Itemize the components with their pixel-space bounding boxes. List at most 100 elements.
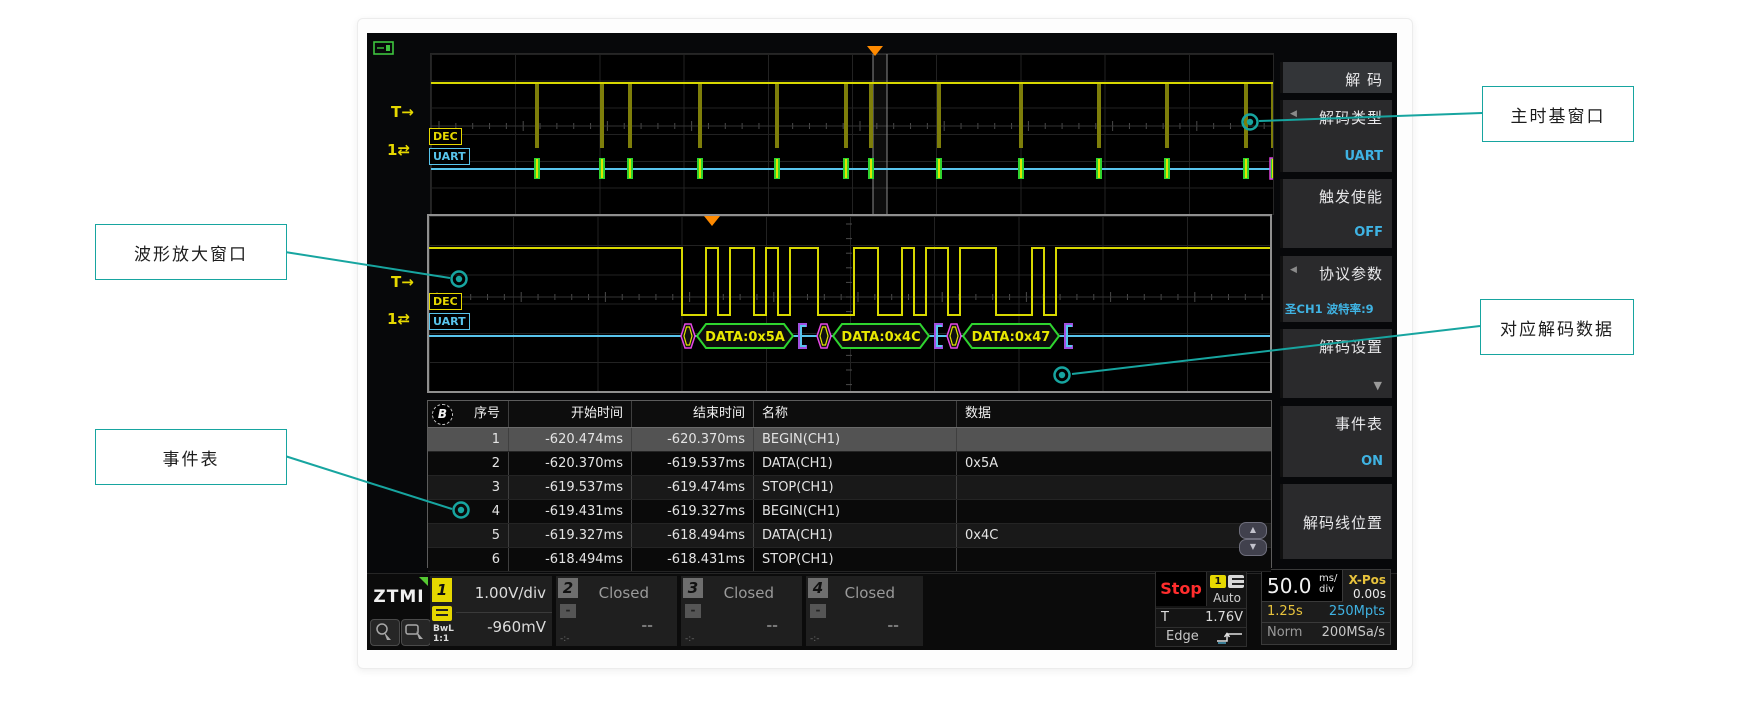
table-row[interactable]: 3-619.537ms-619.474msSTOP(CH1) xyxy=(428,476,1271,500)
memory-depth: 250Mpts xyxy=(1329,601,1385,622)
probe-ratio-label: 1:1 xyxy=(433,635,449,644)
table-cell: -619.327ms xyxy=(509,524,632,547)
bus-table-icon: B xyxy=(432,404,453,425)
chevron-left-icon: ◀ xyxy=(1290,265,1297,275)
svg-text:DATA:0x5A: DATA:0x5A xyxy=(705,330,785,345)
column-header-1[interactable]: 开始时间 xyxy=(509,401,632,427)
channel-block-3[interactable]: 3Closed----:- xyxy=(681,576,802,646)
xpos-label: X-Pos xyxy=(1349,573,1386,587)
arrow-right-icon: → xyxy=(401,273,414,291)
menu-item-label: 事件表 xyxy=(1335,413,1383,434)
trigger-level-marker[interactable]: T→ xyxy=(391,103,414,121)
table-row[interactable]: 4-619.431ms-619.327msBEGIN(CH1) xyxy=(428,500,1271,524)
scope-logo-icon xyxy=(372,39,396,60)
table-scroll-up-button[interactable]: ▲ xyxy=(1239,522,1267,539)
zoom-trigger-position-marker[interactable] xyxy=(704,216,720,226)
zoom-uart-badge: UART xyxy=(429,313,470,330)
table-cell xyxy=(957,476,1271,499)
trigger-source-badge: 1 xyxy=(1210,575,1226,588)
timebase-panel[interactable]: 50.0 ms/div X-Pos 0.00s 1.25s 250Mpts No… xyxy=(1261,569,1391,645)
trigger-level-value: 1.76V xyxy=(1205,609,1243,627)
channel-block-1[interactable]: 1BwL1:11.00V/div-960mV xyxy=(430,576,552,646)
touch-mode-button[interactable] xyxy=(370,619,400,646)
menu-item-2[interactable]: 触发使能 OFF xyxy=(1280,179,1392,248)
menu-item-label: 触发使能 xyxy=(1319,186,1383,207)
column-header-2[interactable]: 结束时间 xyxy=(632,401,754,427)
zoom-channel1-marker[interactable]: 1⇄ xyxy=(387,310,410,328)
time-placeholder: -:- xyxy=(810,634,820,644)
svg-text:DATA:0x47: DATA:0x47 xyxy=(972,330,1051,345)
table-cell: 1 xyxy=(428,428,509,451)
channel-offset: -960mV xyxy=(487,618,546,636)
xpos-value: 0.00s xyxy=(1353,587,1386,601)
menu-item-1[interactable]: 解码类型UART◀ xyxy=(1280,100,1392,172)
table-cell: 0x5A xyxy=(957,452,1271,475)
channel-number-badge: 4 xyxy=(808,578,828,598)
menu-item-value: UART xyxy=(1344,149,1383,164)
table-cell: -619.537ms xyxy=(632,452,754,475)
menu-item-value: OFF xyxy=(1354,225,1383,240)
value-placeholder: -- xyxy=(887,618,899,634)
menu-item-3[interactable]: 协议参数圣CH1 波特率:9 ◀ xyxy=(1280,256,1392,322)
menu-item-label: 解码线位置 xyxy=(1303,512,1383,533)
channel-divider xyxy=(456,612,552,613)
bandwidth-limit-label: BwL xyxy=(433,625,454,634)
menu-item-label: 解码类型 xyxy=(1319,107,1383,128)
table-row[interactable]: 5-619.327ms-618.494msDATA(CH1)0x4C xyxy=(428,524,1271,548)
table-row[interactable]: 2-620.370ms-619.537msDATA(CH1)0x5A xyxy=(428,452,1271,476)
time-placeholder: -:- xyxy=(685,634,695,644)
table-row[interactable]: 1-620.474ms-620.370msBEGIN(CH1) xyxy=(428,428,1271,452)
table-cell: 6 xyxy=(428,548,509,571)
channel1-marker[interactable]: 1⇄ xyxy=(387,141,410,159)
channel-block-2[interactable]: 2Closed----:- xyxy=(556,576,677,646)
menu-item-4[interactable]: 解码设置▼ xyxy=(1280,329,1392,398)
dc-coupling-icon xyxy=(1228,575,1244,588)
channel-status: Closed xyxy=(599,584,649,602)
timebase-units: ms/div xyxy=(1319,573,1337,595)
event-table[interactable]: B 序号开始时间结束时间名称数据1-620.474ms-620.370msBEG… xyxy=(427,400,1272,568)
table-cell: 3 xyxy=(428,476,509,499)
timebase-row3: Norm 200MSa/s xyxy=(1262,622,1390,644)
channel-block-4[interactable]: 4Closed----:- xyxy=(806,576,923,646)
trigger-level-row: T 1.76V xyxy=(1156,608,1246,627)
timebase-value: 50.0 xyxy=(1267,574,1312,598)
table-cell: DATA(CH1) xyxy=(754,524,957,547)
logo-wedge-icon xyxy=(419,577,428,586)
table-cell: -619.474ms xyxy=(632,476,754,499)
menu-item-6[interactable]: 解码线位置 xyxy=(1280,484,1392,559)
column-header-4[interactable]: 数据 xyxy=(957,401,1271,427)
trigger-t-label: T xyxy=(1161,609,1169,627)
table-cell: 0x4C xyxy=(957,524,1271,547)
trigger-position-marker[interactable] xyxy=(867,46,883,56)
dec-badge: DEC xyxy=(429,128,462,145)
table-cell: BEGIN(CH1) xyxy=(754,500,957,523)
cursor-icon xyxy=(402,620,428,643)
menu-item-label: 解码设置 xyxy=(1319,336,1383,357)
trigger-type: Edge xyxy=(1166,628,1199,646)
trigger-panel[interactable]: Stop 1 Auto T 1.76V Edge xyxy=(1155,571,1247,647)
channel-status: Closed xyxy=(724,584,774,602)
callout-zoom-window: 波形放大窗口 xyxy=(95,224,287,280)
column-header-3[interactable]: 名称 xyxy=(754,401,957,427)
table-cell: -620.474ms xyxy=(509,428,632,451)
trigger-type-row: Edge xyxy=(1156,627,1246,646)
cursor-mode-button[interactable] xyxy=(401,619,431,646)
zoom-trigger-level-marker[interactable]: T→ xyxy=(391,273,414,291)
table-row[interactable]: 6-618.494ms-618.431msSTOP(CH1) xyxy=(428,548,1271,572)
table-cell xyxy=(957,428,1271,451)
sample-rate: 200MSa/s xyxy=(1322,622,1385,644)
channel-number-badge: 1 xyxy=(432,578,452,602)
menu-item-value: 圣CH1 波特率:9 xyxy=(1285,301,1390,317)
table-cell: STOP(CH1) xyxy=(754,548,957,571)
main-timebase-window[interactable] xyxy=(430,53,1274,215)
table-scroll-down-button[interactable]: ▼ xyxy=(1239,539,1267,556)
main-window-waveform xyxy=(431,54,1273,214)
touch-icon xyxy=(371,620,397,643)
table-cell xyxy=(957,500,1271,523)
menu-item-5[interactable]: 事件表ON xyxy=(1280,406,1392,477)
coupling-placeholder: - xyxy=(810,604,826,618)
menu-item-label: 协议参数 xyxy=(1319,263,1383,284)
zoom-window[interactable]: DATA:0x5ADATA:0x4CDATA:0x47 xyxy=(427,214,1272,393)
rising-edge-icon xyxy=(1214,630,1244,644)
table-cell: -619.431ms xyxy=(509,500,632,523)
